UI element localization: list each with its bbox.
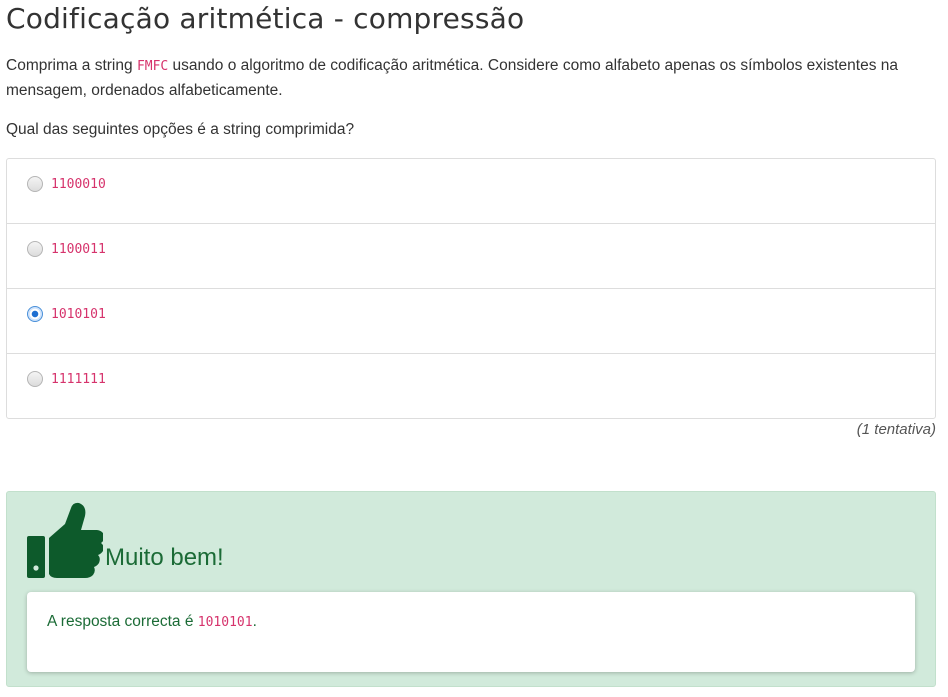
option-4[interactable]: 1111111 — [7, 354, 935, 418]
correct-answer-text: A resposta correcta é 1010101. — [47, 613, 257, 631]
option-label[interactable]: 1100010 — [51, 176, 106, 194]
question-text-before: Comprima a string — [6, 57, 137, 74]
radio-button[interactable] — [27, 371, 43, 387]
page-title: Codificação aritmética - compressão — [6, 2, 525, 35]
attempts-count: (1 tentativa) — [856, 421, 936, 438]
question-prompt: Qual das seguintes opções é a string com… — [6, 121, 355, 138]
option-2[interactable]: 1100011 — [7, 224, 935, 289]
option-label[interactable]: 1010101 — [51, 306, 106, 324]
option-label[interactable]: 1100011 — [51, 241, 106, 259]
answer-card: A resposta correcta é 1010101. — [27, 592, 915, 672]
radio-button-selected[interactable] — [27, 306, 43, 322]
answer-options: 1100010 1100011 1010101 1111111 — [6, 158, 936, 419]
radio-button[interactable] — [27, 241, 43, 257]
question-text: Comprima a string FMFC usando o algoritm… — [6, 54, 936, 103]
option-label[interactable]: 1111111 — [51, 371, 106, 389]
radio-button[interactable] — [27, 176, 43, 192]
answer-text-after: . — [252, 613, 257, 630]
answer-text-before: A resposta correcta é — [47, 613, 198, 630]
option-1[interactable]: 1100010 — [7, 159, 935, 224]
option-3[interactable]: 1010101 — [7, 289, 935, 354]
thumbs-up-icon — [27, 502, 103, 578]
feedback-panel: Muito bem! A resposta correcta é 1010101… — [6, 491, 936, 687]
question-code: FMFC — [136, 59, 169, 74]
feedback-title: Muito bem! — [105, 544, 224, 571]
answer-code: 1010101 — [197, 615, 253, 630]
